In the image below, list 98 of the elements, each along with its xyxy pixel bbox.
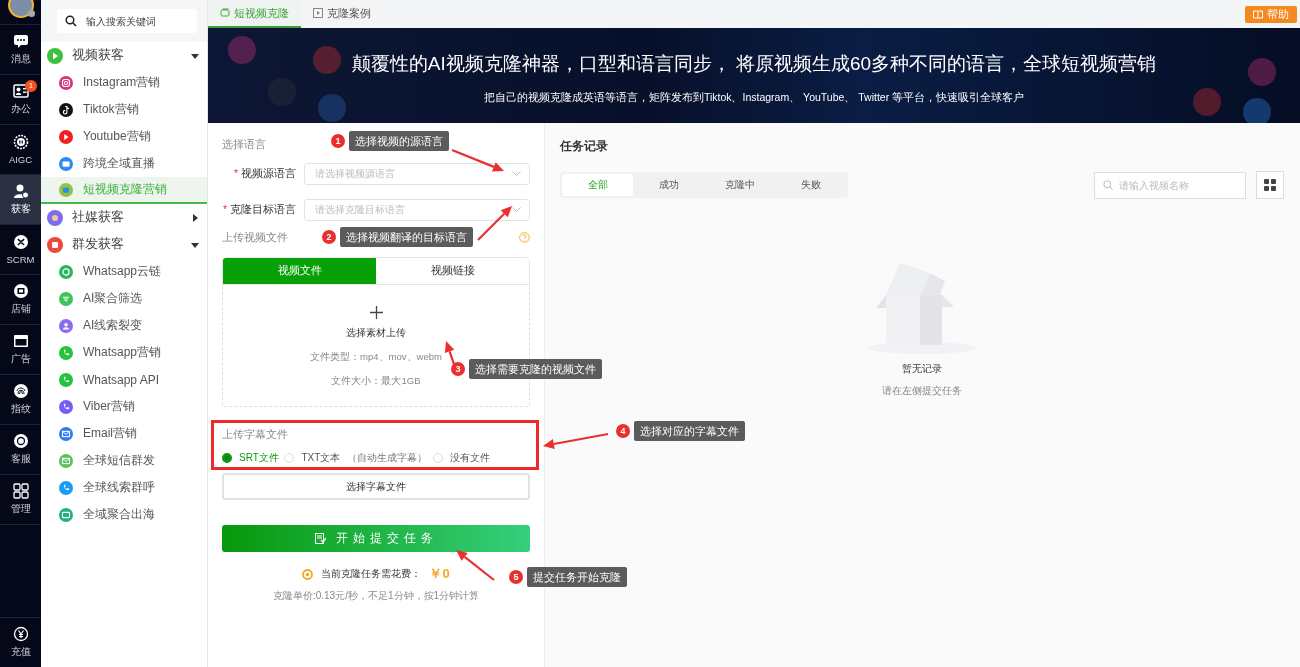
book-icon [1253, 10, 1263, 19]
phone-icon [59, 480, 73, 495]
mail-icon [59, 426, 73, 441]
upload-label: 选择素材上传 [346, 326, 406, 340]
grid-view-button[interactable] [1256, 171, 1284, 199]
menu-item[interactable]: AI聚合筛选 [41, 285, 207, 312]
callout-tooltip: 选择对应的字幕文件 [634, 421, 745, 441]
field-label: * 克隆目标语言 [222, 203, 296, 217]
menu-item[interactable]: 全球短信群发 [41, 447, 207, 474]
menu-item[interactable]: 跨境全域直播 [41, 150, 207, 177]
menu-item[interactable]: Instagram营销 [41, 69, 207, 96]
message-icon [12, 33, 29, 49]
people-icon [59, 318, 73, 333]
user-icon [12, 183, 29, 199]
empty-hint: 请在左侧提交任务 [882, 384, 962, 398]
pricing-note: 克隆单价:0.13元/秒，不足1分钟，按1分钟计算 [271, 589, 481, 603]
file-types-text: 文件类型：mp4、mov、webm [310, 351, 442, 364]
menu-item[interactable]: Whatsapp营销 [41, 339, 207, 366]
music-note-icon [59, 102, 73, 117]
rail-item[interactable]: 获客 [0, 175, 41, 225]
mail-icon [59, 453, 73, 468]
menu-item[interactable]: 全球线索群呼 [41, 474, 207, 501]
banner-title: 颠覆性的AI视频克隆神器，口型和语言同步， 将原视频生成60多种不同的语言，全球短视频营销 [351, 52, 1157, 76]
decoration-circle-icon [313, 46, 341, 74]
cost-value: ￥0 [429, 565, 450, 583]
arrow [477, 206, 512, 241]
callout-tooltip: 提交任务开始克隆 [527, 567, 627, 587]
menu-item[interactable]: 全域聚合出海 [41, 501, 207, 528]
camera-icon [59, 75, 73, 90]
search-input[interactable]: 输入搜索关键词 [86, 15, 186, 27]
radio-option[interactable]: SRT文件 [222, 451, 279, 465]
document-icon [314, 533, 326, 544]
menu-item[interactable]: Whatsapp云链 [41, 258, 207, 285]
callout-tooltip: 选择视频的源语言 [349, 131, 449, 151]
banner-subtitle: 把自己的视频克隆成英语等语言，矩阵发布到Tiktok、Instagram、 YouTube、 Twitter 等平台，快速吸引全球客户 [483, 91, 1025, 105]
decoration-circle-icon [1248, 58, 1276, 86]
id-card-icon [12, 83, 29, 99]
filter-tab[interactable]: 克隆中 [704, 174, 775, 196]
screen-icon [59, 507, 73, 522]
radio-option[interactable]: 没有文件 [433, 451, 490, 465]
chevron-icon [512, 171, 521, 177]
field-label: * 视频源语言 [233, 167, 296, 181]
menu-item[interactable]: Viber营销 [41, 393, 207, 420]
menu-item[interactable]: Tiktok营销 [41, 96, 207, 123]
search-icon [1103, 180, 1113, 190]
callout-tooltip: 选择需要克隆的视频文件 [469, 359, 602, 379]
section-title: 上传字幕文件 [222, 427, 288, 442]
phone-icon [59, 345, 73, 360]
filter-tab[interactable]: 成功 [633, 174, 704, 196]
ads-icon [12, 333, 29, 349]
search-box[interactable]: 输入搜索关键词 [57, 9, 197, 33]
video-icon [59, 182, 73, 197]
menu-group[interactable]: 社媒获客 [41, 204, 207, 231]
cost-label: 当前克隆任务需花费： [321, 567, 422, 581]
empty-title: 暂无记录 [902, 363, 942, 376]
panel-title: 任务记录 [560, 138, 609, 155]
help-icon [519, 231, 530, 243]
radio-option[interactable]: TXT文本 （自动生成字幕） [284, 451, 428, 465]
decoration-circle-icon [1193, 88, 1221, 116]
chip-icon [12, 134, 29, 150]
status-dot [28, 10, 35, 17]
menu-group[interactable]: 视频获客 [41, 42, 207, 69]
video-camera-icon [59, 156, 73, 171]
section-title: 选择语言 [222, 137, 266, 152]
chevron-icon [512, 207, 521, 213]
play-icon [47, 47, 63, 64]
fingerprint-icon [12, 383, 29, 399]
tab[interactable]: 克隆案例 [301, 0, 383, 28]
choose-subtitle-button[interactable]: 选择字幕文件 [222, 473, 530, 500]
decoration-circle-icon [228, 36, 256, 64]
play-icon [59, 129, 73, 144]
arrow [456, 550, 495, 581]
phone-icon [59, 372, 73, 387]
video-icon [220, 8, 230, 18]
search-icon [65, 15, 77, 27]
plus-icon [369, 306, 383, 319]
menu-item[interactable]: Whatsapp API [41, 366, 207, 393]
store-icon [12, 283, 29, 299]
play-icon [313, 8, 323, 18]
grid-icon [12, 483, 29, 499]
menu-item[interactable]: Youtube营销 [41, 123, 207, 150]
yen-icon [12, 626, 29, 642]
phone-icon [59, 399, 73, 414]
filter-icon [59, 291, 73, 306]
decoration-circle-icon [318, 94, 346, 122]
section-title: 上传视频文件 [222, 230, 288, 245]
grid-icon [1264, 179, 1276, 191]
menu-item[interactable]: Email营销 [41, 420, 207, 447]
file-size-text: 文件大小：最大1GB [331, 375, 421, 388]
arrow [444, 341, 458, 371]
coin-icon [302, 568, 314, 580]
menu-item[interactable]: AI线索裂变 [41, 312, 207, 339]
filter-tab[interactable]: 失败 [775, 174, 846, 196]
arrow [543, 432, 609, 449]
menu-group[interactable]: 群发获客 [41, 231, 207, 258]
callout-tooltip: 选择视频翻译的目标语言 [340, 227, 473, 247]
notification-badge: 1 [25, 80, 37, 92]
arrow [451, 149, 504, 172]
